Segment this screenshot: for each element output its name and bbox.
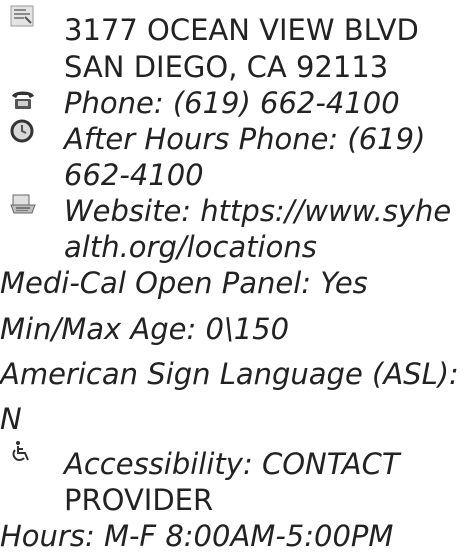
- website-line-2[interactable]: alth.org/locations: [64, 229, 317, 265]
- medi-cal-status: Medi-Cal Open Panel: Yes: [0, 266, 368, 300]
- web-icon: [10, 193, 36, 217]
- accessibility-line-1: Accessibility: CONTACT: [64, 447, 400, 481]
- address-line-2: SAN DIEGO, CA 92113: [64, 50, 389, 84]
- phone-text[interactable]: Phone: (619) 662-4100: [64, 85, 400, 121]
- clipped-previous-line: [64, 0, 424, 2]
- asl-line-1: American Sign Language (ASL):: [0, 357, 459, 391]
- asl-line-2: N: [0, 402, 22, 436]
- address-line-1: 3177 OCEAN VIEW BLVD: [64, 13, 419, 47]
- after-hours-line-1[interactable]: After Hours Phone: (619): [64, 121, 425, 157]
- clock-icon: [10, 119, 34, 143]
- wheelchair-icon: [10, 440, 34, 464]
- provider-details: 3177 OCEAN VIEW BLVD SAN DIEGO, CA 92113…: [0, 0, 473, 560]
- after-hours-line-2[interactable]: 662-4100: [64, 157, 204, 193]
- hours: Hours: M-F 8:00AM-5:00PM: [0, 519, 394, 553]
- phone-icon: [10, 88, 34, 112]
- address-icon: [10, 5, 34, 29]
- age-range: Min/Max Age: 0\150: [0, 312, 290, 346]
- website-line-1[interactable]: Website: https://www.syhe: [64, 193, 451, 229]
- accessibility-line-2: PROVIDER: [64, 483, 214, 517]
